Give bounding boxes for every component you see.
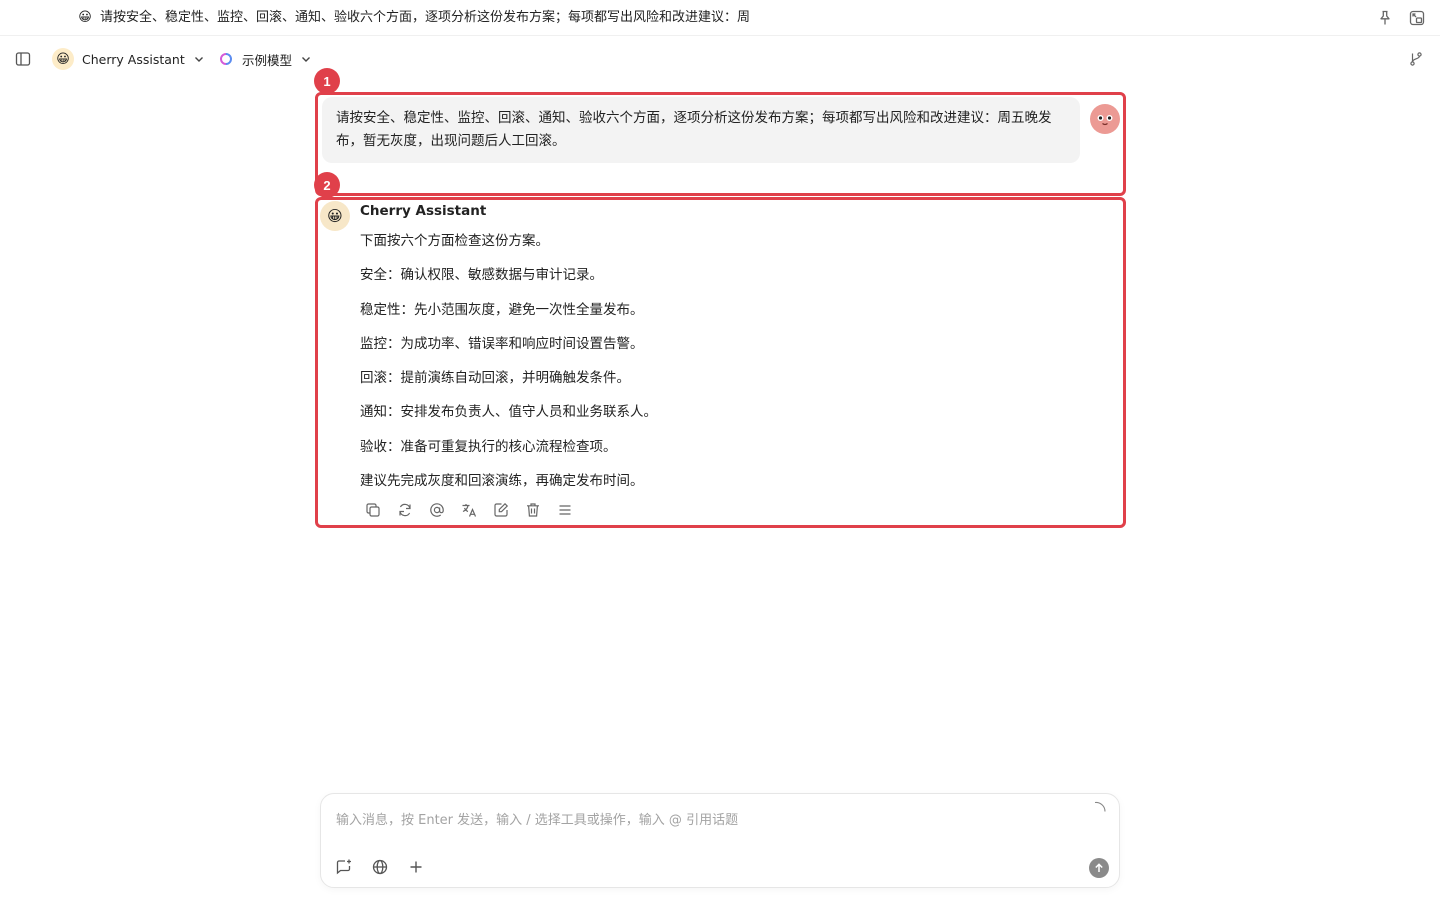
message-action-bar <box>364 501 588 519</box>
translate-icon[interactable] <box>460 501 478 519</box>
message-paragraph: 稳定性：先小范围灰度，避免一次性全量发布。 <box>360 301 644 318</box>
assistant-message-content: 下面按六个方面检查这份方案。 安全：确认权限、敏感数据与审计记录。 稳定性：先小… <box>360 230 1100 504</box>
assistant-message-name: Cherry Assistant <box>360 203 487 219</box>
chevron-down-icon <box>193 53 205 65</box>
branch-icon[interactable] <box>1408 51 1424 67</box>
message-paragraph: 安全：确认权限、敏感数据与审计记录。 <box>360 267 603 284</box>
message-composer[interactable]: 输入消息，按 Enter 发送，输入 / 选择工具或操作，输入 @ 引用话题 <box>320 793 1120 888</box>
assistant-avatar: 😀 <box>52 48 74 70</box>
topic-title: 请按安全、稳定性、监控、回滚、通知、验收六个方面，逐项分析这份发布方案；每项都写… <box>100 10 751 25</box>
message-paragraph: 验收：准备可重复执行的核心流程检查项。 <box>360 438 617 455</box>
assistant-selector[interactable]: 😀 Cherry Assistant <box>52 48 205 70</box>
user-avatar[interactable] <box>1090 104 1120 134</box>
new-topic-icon[interactable] <box>335 858 353 876</box>
nav-bar: 😀 Cherry Assistant 示例模型 <box>0 37 1440 81</box>
model-name: 示例模型 <box>242 52 293 68</box>
marker-badge-2: 2 <box>314 172 340 198</box>
message-paragraph: 建议先完成灰度和回滚演练，再确定发布时间。 <box>360 473 644 490</box>
loading-spinner-icon <box>1093 800 1107 814</box>
sidebar-toggle-icon[interactable] <box>14 50 32 68</box>
model-selector[interactable]: 示例模型 <box>219 48 312 70</box>
title-bar: 😀 请按安全、稳定性、监控、回滚、通知、验收六个方面，逐项分析这份发布方案；每项… <box>0 0 1440 36</box>
message-paragraph: 通知：安排发布负责人、值守人员和业务联系人。 <box>360 404 657 421</box>
send-icon[interactable] <box>1089 858 1109 878</box>
menu-icon[interactable] <box>556 501 574 519</box>
message-paragraph: 监控：为成功率、错误率和响应时间设置告警。 <box>360 335 644 352</box>
message-paragraph: 回滚：提前演练自动回滚，并明确触发条件。 <box>360 370 630 387</box>
model-logo-icon <box>219 52 233 66</box>
assistant-name: Cherry Assistant <box>82 51 185 67</box>
assistant-message-avatar: 😀 <box>320 201 350 231</box>
marker-badge-1: 1 <box>314 68 340 94</box>
pin-icon[interactable] <box>1376 9 1394 27</box>
chevron-down-icon <box>300 53 312 65</box>
mini-window-icon[interactable] <box>1408 9 1426 27</box>
user-message-bubble: 请按安全、稳定性、监控、回滚、通知、验收六个方面，逐项分析这份发布方案；每项都写… <box>322 97 1080 163</box>
copy-icon[interactable] <box>364 501 382 519</box>
message-input[interactable]: 输入消息，按 Enter 发送，输入 / 选择工具或操作，输入 @ 引用话题 <box>336 809 738 828</box>
add-icon[interactable] <box>407 858 425 876</box>
message-paragraph: 下面按六个方面检查这份方案。 <box>360 233 549 249</box>
delete-icon[interactable] <box>524 501 542 519</box>
edit-icon[interactable] <box>492 501 510 519</box>
regenerate-icon[interactable] <box>396 501 414 519</box>
topic-emoji: 😀 <box>78 10 92 25</box>
mention-icon[interactable] <box>428 501 446 519</box>
web-search-icon[interactable] <box>371 858 389 876</box>
